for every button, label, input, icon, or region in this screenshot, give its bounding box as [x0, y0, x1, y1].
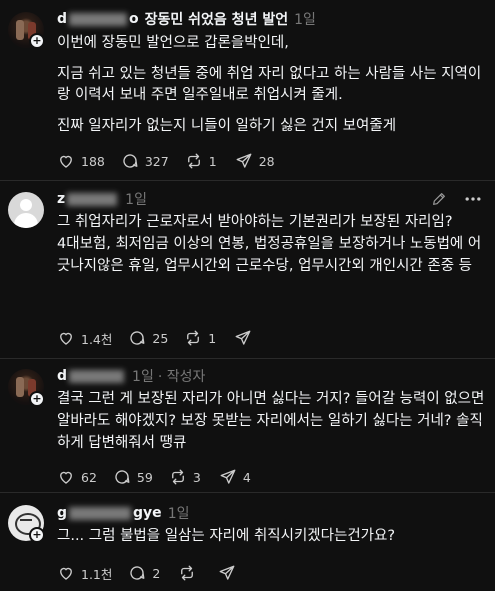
- post-body: 결국 그런 게 보장된 자리가 아니면 싫다는 거지? 들어갈 능력이 없으면 …: [57, 391, 485, 451]
- more-icon[interactable]: [463, 191, 483, 207]
- comment-button[interactable]: 327: [121, 152, 169, 170]
- author-tag: · 작성자: [157, 369, 206, 385]
- username-suffix[interactable]: o: [129, 11, 139, 27]
- share-button[interactable]: 4: [219, 468, 253, 486]
- heart-icon: [60, 155, 72, 168]
- post-header: g gye 1일: [57, 503, 189, 523]
- repost-count: 1: [208, 330, 217, 346]
- share-button[interactable]: 28: [235, 152, 275, 170]
- username[interactable]: g: [57, 505, 67, 521]
- repost-icon: [187, 153, 200, 169]
- post-paragraph: 지금 쉬고 있는 청년들 중에 취업 자리 없다고 하는 사람들 사는 지역이랑…: [57, 66, 482, 103]
- like-button[interactable]: 1.4천: [57, 329, 112, 348]
- share-button[interactable]: [218, 564, 242, 582]
- repost-button[interactable]: [178, 564, 202, 582]
- username[interactable]: d: [57, 11, 67, 27]
- comment-icon: [123, 154, 138, 168]
- repost-icon: [171, 469, 184, 485]
- timestamp[interactable]: 1일: [294, 9, 316, 29]
- share-icon: [236, 153, 252, 168]
- plus-badge-icon[interactable]: +: [29, 33, 45, 49]
- comment-count: 2: [152, 565, 161, 581]
- thread-reply: + d 1일 · 작성자 결국 그런 게 보장된 자리가 아니면 싫다는 거지?…: [0, 359, 495, 492]
- action-bar: 62 59 3 4: [57, 467, 269, 487]
- like-count: 188: [81, 153, 105, 169]
- like-button[interactable]: 188: [57, 152, 105, 170]
- avatar[interactable]: [8, 192, 44, 228]
- plus-badge-icon[interactable]: +: [29, 527, 45, 543]
- post-body: 그 취업자리가 근로자로서 받아야하는 기본권리가 보장된 자리임? 4대보험,…: [57, 214, 482, 274]
- repost-count: 1: [208, 153, 217, 169]
- action-bar: 1.4천 25 1: [57, 328, 274, 348]
- thread-reply: z 1일 그 취업자리가 근로자로서 받아야하는 기본권리가 보장된 자리임? …: [0, 181, 495, 358]
- comment-count: 25: [152, 330, 169, 346]
- repost-count: 3: [192, 469, 201, 485]
- share-count: 4: [242, 469, 251, 485]
- post-header: d 1일 · 작성자: [57, 366, 205, 386]
- comment-button[interactable]: 2: [128, 564, 162, 582]
- post-paragraph: 이번에 장동민 발언으로 갑론을박인데,: [57, 35, 289, 51]
- comment-icon: [130, 566, 145, 580]
- blurred-username: [67, 192, 118, 206]
- comment-icon: [115, 470, 130, 484]
- blurred-username: [69, 12, 128, 26]
- thread-post: + d o 장동민 쉬었음 청년 발언 1일 이번에 장동민 발언으로 갑론을박…: [0, 0, 495, 180]
- comment-count: 59: [136, 469, 153, 485]
- action-bar: 1.1천 2: [57, 563, 258, 583]
- repost-icon: [181, 565, 194, 581]
- repost-icon: [187, 330, 200, 346]
- post-header: z 1일: [57, 189, 147, 209]
- share-icon: [235, 330, 251, 345]
- post-paragraph: 진짜 일자리가 없는지 니들이 일하기 싫은 건지 보여줄게: [57, 118, 397, 134]
- username[interactable]: d: [57, 368, 67, 384]
- post-body: 이번에 장동민 발언으로 갑론을박인데, 지금 쉬고 있는 청년들 중에 취업 …: [57, 33, 487, 137]
- comment-button[interactable]: 25: [128, 329, 168, 347]
- comment-count: 327: [144, 153, 169, 169]
- like-count: 62: [81, 469, 97, 485]
- comment-button[interactable]: 59: [113, 468, 153, 486]
- blurred-username: [69, 506, 132, 520]
- plus-badge-icon[interactable]: +: [29, 391, 45, 407]
- repost-button[interactable]: 3: [169, 468, 203, 486]
- share-button[interactable]: [234, 329, 258, 347]
- like-count: 1.1천: [81, 566, 113, 582]
- pencil-icon[interactable]: [431, 191, 447, 207]
- timestamp[interactable]: 1일: [168, 503, 190, 523]
- like-count: 1.4천: [81, 331, 113, 347]
- heart-icon: [60, 471, 72, 484]
- share-icon: [219, 565, 235, 580]
- repost-button[interactable]: 1: [185, 152, 219, 170]
- like-button[interactable]: 1.1천: [57, 564, 112, 583]
- heart-icon: [60, 567, 72, 580]
- username-suffix[interactable]: gye: [133, 505, 162, 521]
- timestamp[interactable]: 1일: [132, 366, 154, 386]
- like-button[interactable]: 62: [57, 468, 97, 486]
- timestamp[interactable]: 1일: [125, 189, 147, 209]
- thread-reply: + g gye 1일 그... 그럼 불법을 일삼는 자리에 취직시키겠다는건가…: [0, 493, 495, 591]
- share-count: 28: [258, 153, 275, 169]
- username[interactable]: z: [57, 191, 65, 207]
- post-body: 그... 그럼 불법을 일삼는 자리에 취직시키겠다는건가요?: [57, 528, 396, 544]
- comment-icon: [130, 331, 145, 345]
- repost-button[interactable]: 1: [184, 329, 218, 347]
- share-icon: [220, 469, 236, 484]
- heart-icon: [60, 332, 72, 345]
- action-bar: 188 327 1 28: [57, 151, 291, 171]
- blurred-username: [69, 369, 125, 383]
- post-title: 장동민 쉬었음 청년 발언: [144, 12, 289, 28]
- post-header: d o 장동민 쉬었음 청년 발언 1일: [57, 9, 316, 29]
